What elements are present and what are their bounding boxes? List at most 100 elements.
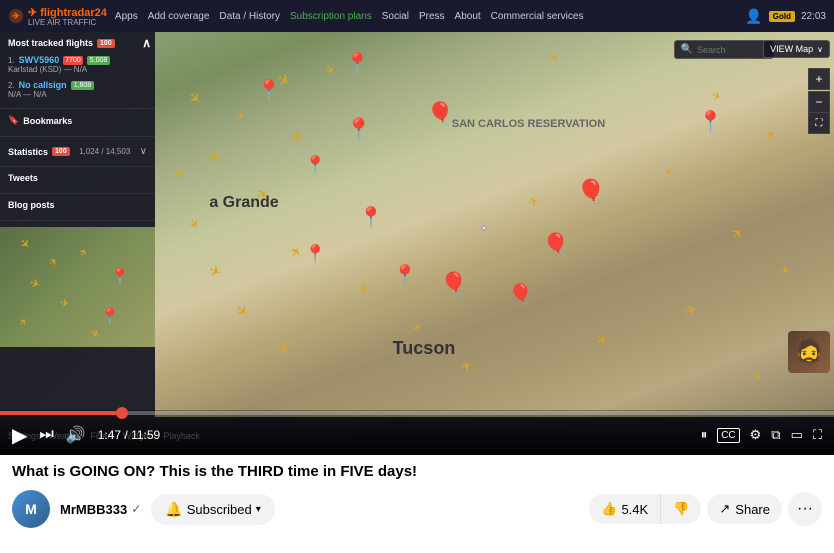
map-dot bbox=[481, 225, 487, 231]
theatre-button[interactable]: ▭ bbox=[791, 427, 803, 443]
like-button[interactable]: 👍 5.4K bbox=[589, 494, 660, 524]
sidebar-collapse-icon[interactable]: ∧ bbox=[142, 36, 151, 50]
nav-subscription[interactable]: Subscription plans bbox=[290, 11, 372, 22]
more-options-button[interactable]: ··· bbox=[788, 492, 822, 526]
channel-info: MrMBB333 ✓ bbox=[60, 502, 141, 517]
flight1-num: SWV5960 bbox=[19, 55, 60, 65]
plane-25: ✈ bbox=[546, 50, 562, 67]
svg-text:✈: ✈ bbox=[12, 11, 20, 21]
share-button[interactable]: ↗ Share bbox=[707, 494, 782, 524]
right-controls: ⏸ CC ⚙ ⧉ ▭ ⛶ bbox=[701, 427, 822, 443]
nav-social[interactable]: Social bbox=[382, 11, 409, 22]
time-total: 11:59 bbox=[131, 428, 160, 442]
blog-posts-title: Blog posts bbox=[8, 200, 147, 210]
most-tracked-badge: 100 bbox=[97, 39, 115, 48]
fr-nav-items: Apps Add coverage Data / History Subscri… bbox=[115, 11, 737, 22]
zoom-controls: + − bbox=[808, 68, 830, 113]
pin-1: 📍 bbox=[345, 51, 370, 76]
fr-logo-sub: LIVE AIR TRAFFIC bbox=[28, 19, 107, 27]
plane-22: ✈ bbox=[682, 300, 700, 321]
plane-16: ✈ bbox=[458, 358, 475, 377]
dislike-button[interactable]: 👎 bbox=[660, 494, 701, 524]
statistics-expand[interactable]: ∨ bbox=[140, 146, 147, 157]
statistics-row: Statistics 100 1,024 / 14,503 ∨ bbox=[8, 143, 147, 160]
progress-fill bbox=[0, 411, 122, 415]
statistics-title: Statistics 100 bbox=[8, 147, 70, 157]
plane-7: ✈ bbox=[174, 166, 186, 181]
thumbs-down-icon: 👎 bbox=[673, 501, 689, 516]
flight2-label: No callsign bbox=[19, 80, 67, 90]
info-area: What is GOING ON? This is the THIRD time… bbox=[0, 455, 834, 553]
cc-button[interactable]: CC bbox=[717, 428, 739, 443]
fullscreen-button[interactable]: ⛶ bbox=[813, 427, 822, 443]
channel-avatar[interactable]: M bbox=[12, 490, 50, 528]
play-button[interactable]: ▶ bbox=[12, 423, 27, 448]
plane-5: ✈ bbox=[321, 62, 338, 78]
plane-1: ✈ bbox=[185, 88, 205, 108]
fr-user-area: 👤 Gold 22:03 bbox=[745, 8, 826, 25]
fr-logo: ✈ ✈ flightradar24 LIVE AIR TRAFFIC bbox=[8, 6, 107, 27]
fr-gold-badge: Gold bbox=[769, 11, 795, 22]
fr-navbar: ✈ ✈ flightradar24 LIVE AIR TRAFFIC Apps … bbox=[0, 0, 834, 32]
zoom-out-btn[interactable]: − bbox=[808, 91, 830, 113]
volume-button[interactable]: 🔊 bbox=[66, 425, 86, 445]
statistics-section: Statistics 100 1,024 / 14,503 ∨ bbox=[0, 137, 155, 167]
plane-9: ✈ bbox=[185, 215, 202, 232]
progress-bar[interactable] bbox=[0, 411, 834, 415]
balloon-1: 🎈 bbox=[427, 101, 454, 127]
map-terrain: SAN CARLOS RESERVATION Tucson a Grande ✈… bbox=[155, 32, 834, 417]
flight-item-2[interactable]: 2. No callsign 1,608 N/A — N/A bbox=[8, 77, 147, 102]
plane-6: ✈ bbox=[289, 127, 305, 147]
time-current: 1:47 bbox=[98, 428, 121, 442]
fr-logo-text: ✈ flightradar24 bbox=[28, 6, 107, 19]
most-tracked-section: Most tracked flights 100 ∧ 1. SWV5960 77… bbox=[0, 32, 155, 109]
flightradar-ui: ✈ ✈ flightradar24 LIVE AIR TRAFFIC Apps … bbox=[0, 0, 834, 455]
most-tracked-title: Most tracked flights 100 ∧ bbox=[8, 38, 147, 48]
map-search[interactable]: 🔍 bbox=[674, 40, 774, 59]
navbar-time: 22:03 bbox=[801, 11, 826, 22]
video-player[interactable]: ✈ ✈ flightradar24 LIVE AIR TRAFFIC Apps … bbox=[0, 0, 834, 455]
search-icon: 🔍 bbox=[681, 44, 693, 55]
pause-indicator[interactable]: ⏸ bbox=[701, 427, 708, 443]
view-map-btn[interactable]: VIEW Map ∨ bbox=[763, 40, 830, 58]
plane-11: ✈ bbox=[206, 261, 224, 281]
verified-icon: ✓ bbox=[131, 502, 141, 516]
flight1-route: Karlstad (KSD) — N/A bbox=[8, 65, 147, 74]
next-button[interactable]: ⏭ bbox=[39, 426, 53, 444]
plane-12: ✈ bbox=[357, 281, 370, 297]
statistics-count: 1,024 / 14,503 bbox=[79, 147, 130, 156]
pin-5: 📍 bbox=[359, 205, 384, 230]
miniplayer-button[interactable]: ⧉ bbox=[771, 427, 780, 443]
progress-dot bbox=[116, 407, 128, 419]
tweets-section: Tweets bbox=[0, 167, 155, 194]
time-display: 1:47 / 11:59 bbox=[98, 428, 161, 442]
settings-button[interactable]: ⚙ bbox=[750, 427, 762, 443]
nav-add-coverage[interactable]: Add coverage bbox=[148, 11, 210, 22]
plane-24: ✈ bbox=[749, 370, 765, 384]
nav-press[interactable]: Press bbox=[419, 11, 445, 22]
fr-sidebar: Most tracked flights 100 ∧ 1. SWV5960 77… bbox=[0, 32, 155, 417]
more-icon: ··· bbox=[797, 500, 813, 518]
thumbs-up-icon: 👍 bbox=[601, 501, 617, 517]
blog-posts-section: Blog posts bbox=[0, 194, 155, 221]
like-count: 5.4K bbox=[621, 502, 648, 517]
subscribe-button[interactable]: 🔔 Subscribed ▾ bbox=[151, 494, 275, 525]
plane-21: ✈ bbox=[779, 262, 791, 278]
tweets-title: Tweets bbox=[8, 173, 147, 183]
plane-13: ✈ bbox=[232, 300, 253, 322]
balloon-2: 🎈 bbox=[576, 178, 606, 207]
search-input[interactable] bbox=[697, 45, 767, 55]
nav-commercial[interactable]: Commercial services bbox=[491, 11, 584, 22]
nav-apps[interactable]: Apps bbox=[115, 11, 138, 22]
nav-about[interactable]: About bbox=[455, 11, 481, 22]
nav-data-history[interactable]: Data / History bbox=[219, 11, 280, 22]
zoom-in-btn[interactable]: + bbox=[808, 68, 830, 90]
flight1-count: 5,008 bbox=[87, 56, 111, 65]
flight2-route: N/A — N/A bbox=[8, 90, 147, 99]
pin-6: 📍 bbox=[304, 244, 326, 265]
subscribed-label: Subscribed bbox=[187, 502, 252, 517]
flight-item-1[interactable]: 1. SWV5960 7700 5,008 Karlstad (KSD) — N… bbox=[8, 52, 147, 77]
flight2-count: 1,608 bbox=[71, 81, 95, 90]
channel-name[interactable]: MrMBB333 bbox=[60, 502, 127, 517]
fullscreen-map-btn[interactable]: ⛶ bbox=[808, 112, 830, 134]
